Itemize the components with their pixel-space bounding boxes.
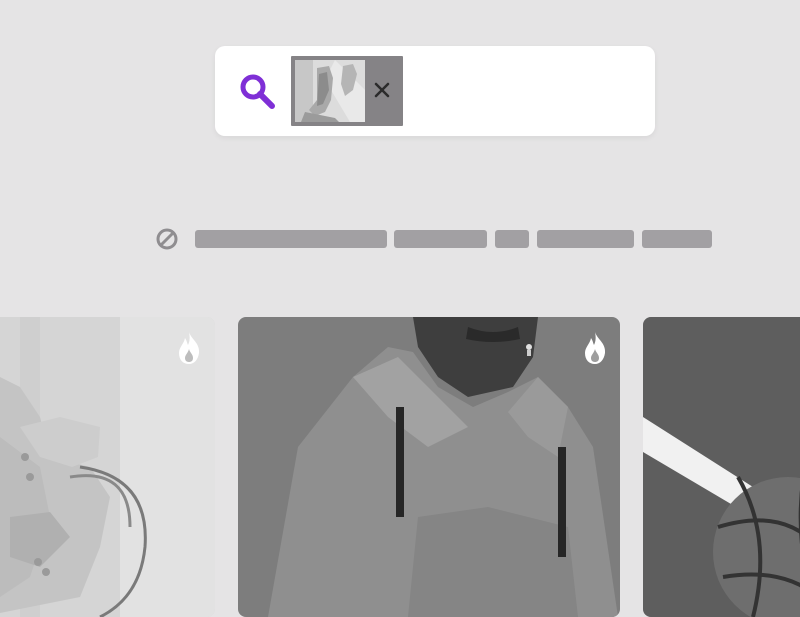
filter-placeholder-5[interactable] xyxy=(642,230,712,248)
product-card-basketball[interactable] xyxy=(643,317,800,617)
sneaker-photo-thumbnail xyxy=(295,60,365,122)
product-card-hoodie[interactable] xyxy=(238,317,620,617)
search-bar[interactable] xyxy=(215,46,655,136)
search-icon[interactable] xyxy=(237,70,281,114)
product-card-sneaker[interactable] xyxy=(0,317,215,617)
flame-icon xyxy=(179,332,200,364)
block-icon[interactable] xyxy=(155,227,179,251)
hoodie-model-photo xyxy=(238,317,620,617)
flame-icon xyxy=(585,332,606,364)
basketball-court-photo xyxy=(643,317,800,617)
filter-placeholder-4[interactable] xyxy=(537,230,634,248)
filter-placeholder-3[interactable] xyxy=(495,230,529,248)
image-search-chip[interactable] xyxy=(291,56,403,126)
filter-placeholder-2[interactable] xyxy=(394,230,487,248)
filter-placeholder-1[interactable] xyxy=(195,230,387,248)
close-icon[interactable] xyxy=(371,79,393,101)
